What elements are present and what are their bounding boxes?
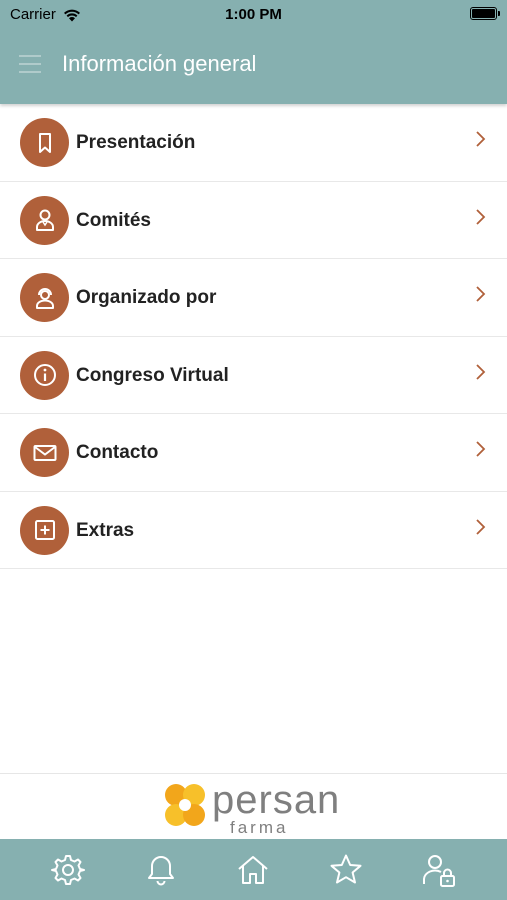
status-bar: Carrier 1:00 PM [0,0,507,30]
status-time: 1:00 PM [225,6,282,23]
tab-bar [0,839,507,900]
page-title: Información general [62,51,257,76]
sponsor-banner: persan farma [0,773,507,839]
menu-item-label: Comités [76,209,151,231]
headset-person-icon [20,273,69,322]
menu-item-label: Contacto [76,442,159,463]
bookmark-icon [20,118,69,167]
menu-item-label: Congreso Virtual [76,364,229,386]
mail-icon [20,428,69,477]
person-icon [20,195,69,245]
persan-farma-logo: persan farma [160,778,350,837]
bell-icon [147,855,174,885]
menu-item-extras[interactable]: Extras [0,492,507,569]
menu-hamburger-icon[interactable] [19,55,41,73]
brand-subtitle: farma [230,818,289,837]
menu-item-organizado-por[interactable]: Organizado por [0,259,507,337]
star-icon [330,854,362,883]
clover-logo-icon [165,784,205,826]
menu-item-label: Organizado por [76,287,217,308]
menu-item-label: Presentación [76,132,196,153]
chevron-right-icon [476,131,486,147]
menu-list: Presentación Comités Organizado por Cong… [0,104,507,569]
menu-item-contacto[interactable]: Contacto [0,414,507,492]
tab-favorites[interactable] [326,850,366,890]
tab-notifications[interactable] [141,850,181,890]
brand-name: persan [212,778,341,822]
chevron-right-icon [476,441,486,457]
menu-item-congreso-virtual[interactable]: Congreso Virtual [0,337,507,414]
user-lock-icon [422,854,455,887]
chevron-right-icon [476,363,486,380]
chevron-right-icon [476,286,486,302]
menu-item-presentacion[interactable]: Presentación [0,104,507,182]
tab-settings[interactable] [48,850,88,890]
menu-item-comites[interactable]: Comités [0,182,507,259]
tab-home[interactable] [233,850,273,890]
info-icon [20,350,69,400]
home-icon [238,855,269,884]
chevron-right-icon [476,208,486,225]
settings-gear-icon [51,854,86,885]
top-bar: Carrier 1:00 PM Información general [0,0,507,104]
menu-item-label: Extras [76,519,135,541]
tab-account[interactable] [419,850,459,890]
navigation-bar: Información general [0,44,507,84]
battery-icon [470,7,500,20]
chevron-right-icon [476,518,486,535]
plus-square-icon [20,505,69,555]
